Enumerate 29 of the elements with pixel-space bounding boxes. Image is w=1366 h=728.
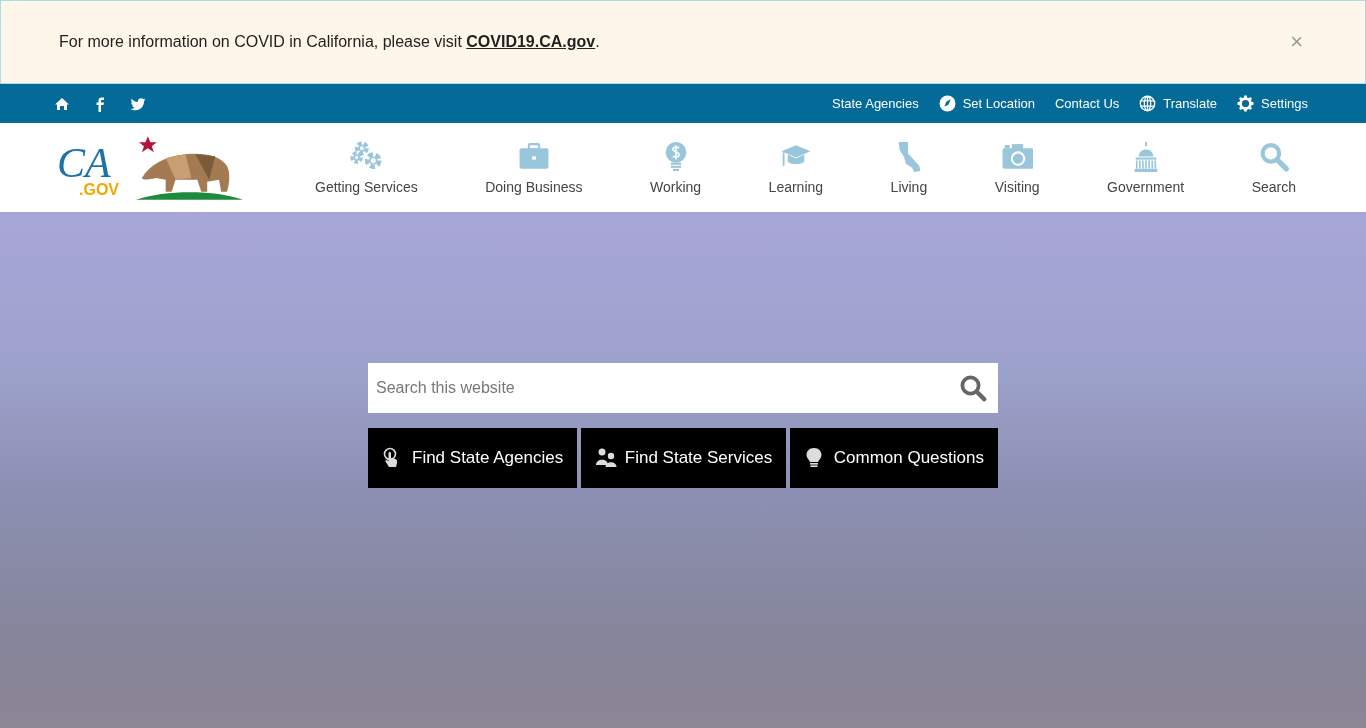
home-icon[interactable] [54, 95, 70, 112]
logo-text: CA [57, 143, 111, 182]
covid-link[interactable]: COVID19.CA.gov [466, 33, 596, 50]
quick-link-button[interactable]: Common Questions [789, 428, 998, 488]
settings-icon [1237, 95, 1254, 112]
nav-item[interactable]: Government [1107, 140, 1185, 195]
utility-link[interactable]: Settings [1237, 95, 1308, 112]
search-icon[interactable] [958, 373, 988, 403]
compass-icon [938, 95, 956, 112]
nav-item[interactable]: Getting Services [315, 140, 418, 195]
nav-item[interactable]: Learning [768, 140, 824, 195]
globe-icon [1139, 95, 1157, 112]
alert-message: For more information on COVID in California, please visit COVID19.CA.gov. [59, 33, 600, 51]
nav-item[interactable]: Working [650, 140, 702, 195]
utility-link[interactable]: Contact Us [1055, 96, 1120, 111]
nav-item[interactable]: Doing Business [485, 140, 583, 195]
nav-item[interactable]: Search [1251, 140, 1296, 195]
utility-link[interactable]: Translate [1139, 95, 1217, 112]
nav-item[interactable]: Living [890, 140, 928, 195]
site-logo[interactable]: CA .GOV [57, 133, 245, 202]
people-icon [594, 447, 617, 469]
quick-link-button[interactable]: Find State Agencies [368, 428, 578, 488]
utility-link[interactable]: State Agencies [831, 96, 919, 111]
quick-link-button[interactable]: Find State Services [580, 428, 787, 488]
logo-text: .GOV [79, 181, 119, 198]
nav-item[interactable]: Visiting [994, 140, 1040, 195]
twitter-icon[interactable] [130, 95, 146, 112]
utility-link[interactable]: Set Location [938, 95, 1035, 112]
search-field[interactable]: Search this website [368, 363, 998, 413]
